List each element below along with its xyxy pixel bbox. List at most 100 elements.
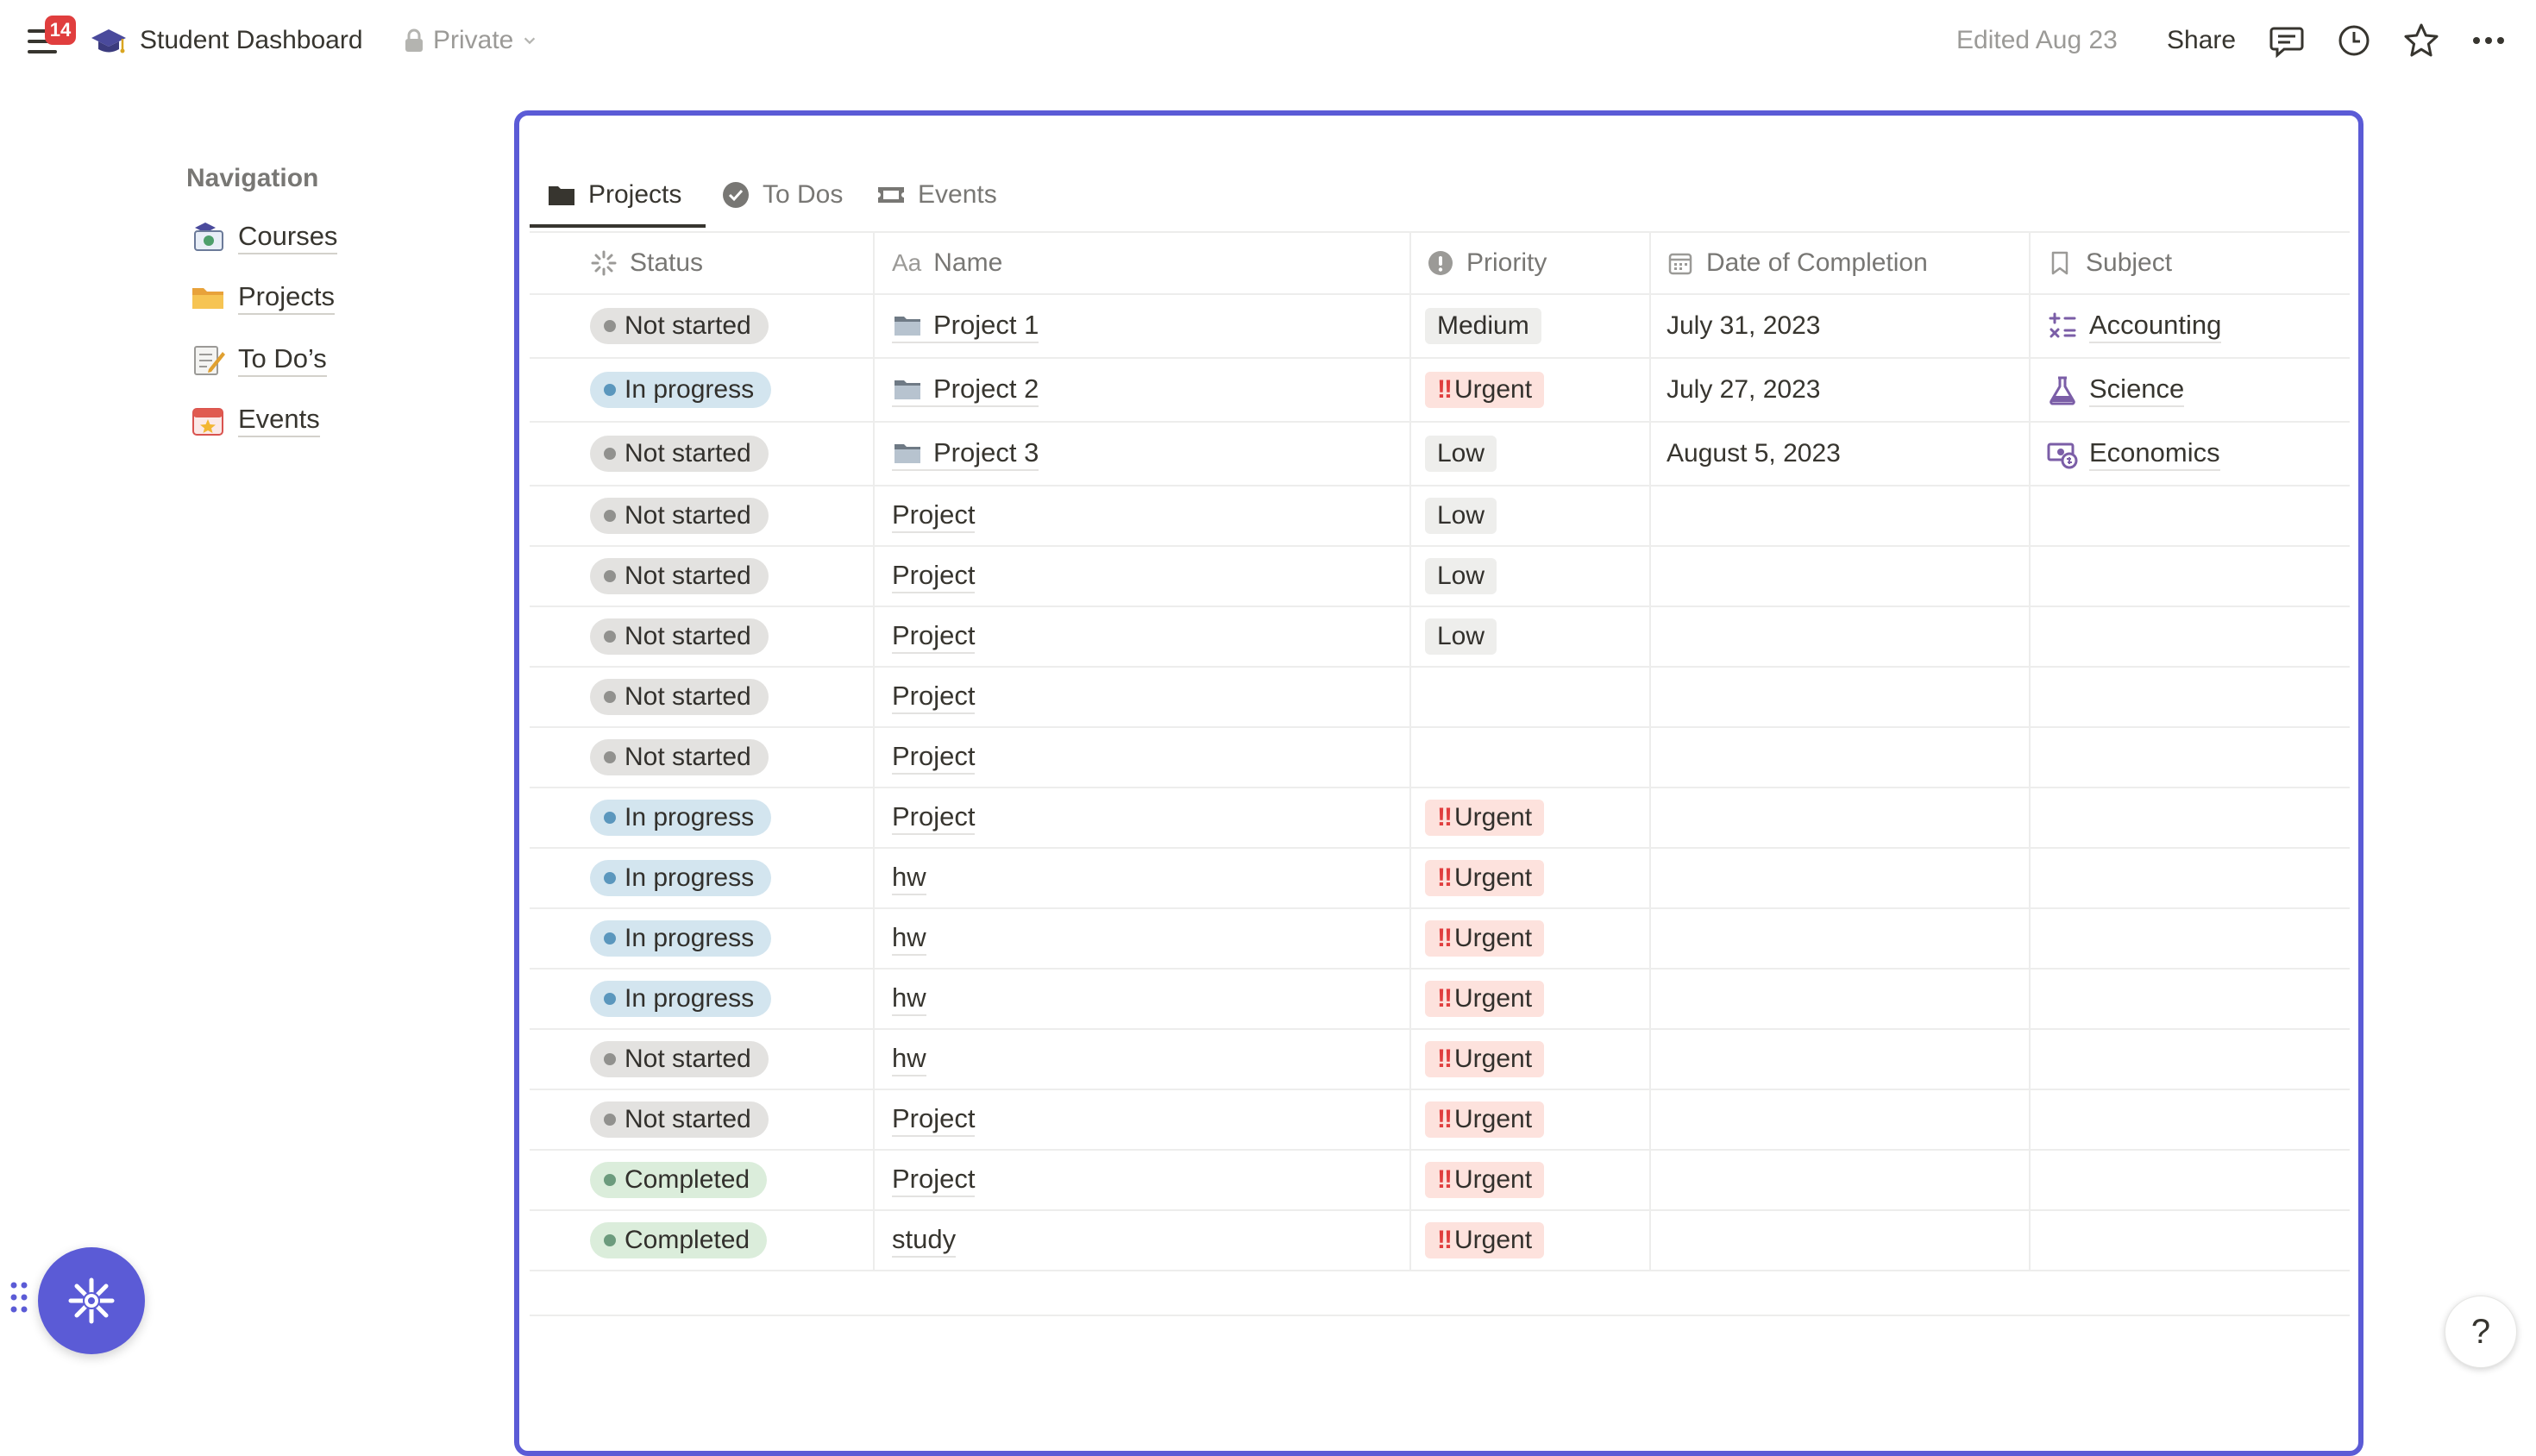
- name-link[interactable]: hw: [892, 1042, 926, 1076]
- status-cell[interactable]: In progress: [530, 909, 873, 968]
- date-cell[interactable]: August 5, 2023: [1649, 423, 2029, 485]
- status-cell[interactable]: Completed: [530, 1211, 873, 1270]
- priority-tag[interactable]: Low: [1425, 558, 1497, 594]
- priority-cell[interactable]: !! Urgent: [1409, 1030, 1649, 1089]
- name-link[interactable]: Project: [892, 559, 976, 593]
- priority-cell[interactable]: Low: [1409, 486, 1649, 545]
- name-cell[interactable]: Project: [873, 486, 1409, 545]
- status-pill[interactable]: In progress: [590, 800, 772, 836]
- name-cell[interactable]: Project: [873, 1151, 1409, 1209]
- status-cell[interactable]: Completed: [530, 1151, 873, 1209]
- column-header-priority[interactable]: Priority: [1409, 233, 1649, 293]
- drag-handle-icon[interactable]: [9, 1280, 29, 1315]
- status-cell[interactable]: Not started: [530, 295, 873, 357]
- name-cell[interactable]: study: [873, 1211, 1409, 1270]
- subject-cell[interactable]: [2029, 607, 2350, 666]
- date-cell[interactable]: [1649, 788, 2029, 847]
- name-cell[interactable]: Project: [873, 1090, 1409, 1149]
- priority-cell[interactable]: Low: [1409, 423, 1649, 485]
- name-cell[interactable]: hw: [873, 970, 1409, 1028]
- status-cell[interactable]: In progress: [530, 970, 873, 1028]
- name-cell[interactable]: Project: [873, 547, 1409, 606]
- assistant-button[interactable]: [38, 1247, 145, 1354]
- table-row[interactable]: Completed Project!! Urgent: [530, 1151, 2350, 1211]
- status-pill[interactable]: Not started: [590, 308, 769, 344]
- priority-tag[interactable]: !! Urgent: [1425, 860, 1545, 896]
- subject-cell[interactable]: [2029, 1211, 2350, 1270]
- date-cell[interactable]: [1649, 728, 2029, 787]
- tab-events[interactable]: Events: [876, 173, 997, 217]
- table-row[interactable]: Not started Project !! Urgent: [530, 1090, 2350, 1151]
- subject-cell[interactable]: Accounting: [2029, 295, 2350, 357]
- star-icon[interactable]: [2401, 21, 2441, 60]
- priority-tag[interactable]: !! Urgent: [1425, 920, 1545, 957]
- name-cell[interactable]: hw: [873, 909, 1409, 968]
- table-row[interactable]: In progress hw !! Urgent: [530, 909, 2350, 970]
- date-cell[interactable]: July 31, 2023: [1649, 295, 2029, 357]
- date-cell[interactable]: [1649, 849, 2029, 907]
- status-pill[interactable]: Not started: [590, 436, 769, 472]
- status-pill[interactable]: Not started: [590, 558, 769, 594]
- name-cell[interactable]: Project: [873, 728, 1409, 787]
- priority-cell[interactable]: !! Urgent: [1409, 1090, 1649, 1149]
- name-link[interactable]: study: [892, 1223, 957, 1258]
- subject-cell[interactable]: [2029, 849, 2350, 907]
- subject-cell[interactable]: [2029, 728, 2350, 787]
- status-pill[interactable]: Completed: [590, 1222, 768, 1258]
- date-cell[interactable]: [1649, 1030, 2029, 1089]
- name-link[interactable]: Project: [892, 1163, 976, 1197]
- page-title[interactable]: Student Dashboard: [140, 26, 363, 55]
- name-link[interactable]: hw: [892, 982, 926, 1016]
- subject-cell[interactable]: [2029, 909, 2350, 968]
- status-cell[interactable]: Not started: [530, 547, 873, 606]
- subject-cell[interactable]: [2029, 788, 2350, 847]
- priority-tag[interactable]: !! Urgent: [1425, 981, 1545, 1017]
- priority-cell[interactable]: !! Urgent: [1409, 1211, 1649, 1270]
- name-link[interactable]: Project 2: [892, 373, 1039, 407]
- table-row[interactable]: Not started Project 3 Low August 5, 2023 Eco…: [530, 423, 2350, 486]
- table-row[interactable]: Completed study !! Urgent: [530, 1211, 2350, 1271]
- status-cell[interactable]: In progress: [530, 359, 873, 421]
- subject-cell[interactable]: [2029, 1151, 2350, 1209]
- comment-icon[interactable]: [2267, 21, 2307, 60]
- status-pill[interactable]: Not started: [590, 498, 769, 534]
- status-pill[interactable]: In progress: [590, 860, 772, 896]
- subject-cell[interactable]: Science: [2029, 359, 2350, 421]
- table-row[interactable]: Not started Project Low: [530, 547, 2350, 607]
- tab-todos[interactable]: To Dos: [721, 173, 843, 217]
- name-link[interactable]: Project: [892, 619, 976, 654]
- subject-link[interactable]: Accounting: [2046, 309, 2222, 343]
- column-header-subject[interactable]: Subject: [2029, 233, 2350, 293]
- subject-cell[interactable]: [2029, 1090, 2350, 1149]
- table-row[interactable]: Not started Project: [530, 728, 2350, 788]
- status-pill[interactable]: Completed: [590, 1162, 768, 1198]
- column-header-status[interactable]: Status: [530, 233, 873, 293]
- status-pill[interactable]: Not started: [590, 1101, 769, 1138]
- table-row[interactable]: Not started Project Low: [530, 607, 2350, 668]
- notification-badge[interactable]: 14: [45, 16, 76, 45]
- status-cell[interactable]: Not started: [530, 728, 873, 787]
- name-link[interactable]: Project: [892, 740, 976, 775]
- table-row[interactable]: In progress Project 2!! Urgent July 27, 202…: [530, 359, 2350, 423]
- status-pill[interactable]: Not started: [590, 739, 769, 775]
- name-link[interactable]: Project: [892, 680, 976, 714]
- history-clock-icon[interactable]: [2334, 21, 2374, 60]
- date-cell[interactable]: [1649, 909, 2029, 968]
- tab-projects[interactable]: Projects: [547, 173, 681, 217]
- priority-tag[interactable]: Low: [1425, 618, 1497, 655]
- date-cell[interactable]: [1649, 668, 2029, 726]
- name-link[interactable]: Project: [892, 1102, 976, 1137]
- share-button[interactable]: Share: [2167, 26, 2236, 55]
- status-pill[interactable]: In progress: [590, 981, 772, 1017]
- name-cell[interactable]: Project: [873, 668, 1409, 726]
- status-pill[interactable]: Not started: [590, 679, 769, 715]
- name-cell[interactable]: hw: [873, 1030, 1409, 1089]
- table-row[interactable]: Not started Project 1 Medium July 31, 2023 A…: [530, 295, 2350, 359]
- table-row[interactable]: Not started Project Low: [530, 486, 2350, 547]
- date-cell[interactable]: [1649, 607, 2029, 666]
- name-link[interactable]: hw: [892, 861, 926, 895]
- name-link[interactable]: Project 3: [892, 436, 1039, 471]
- status-cell[interactable]: Not started: [530, 668, 873, 726]
- status-pill[interactable]: In progress: [590, 372, 772, 408]
- subject-cell[interactable]: [2029, 1030, 2350, 1089]
